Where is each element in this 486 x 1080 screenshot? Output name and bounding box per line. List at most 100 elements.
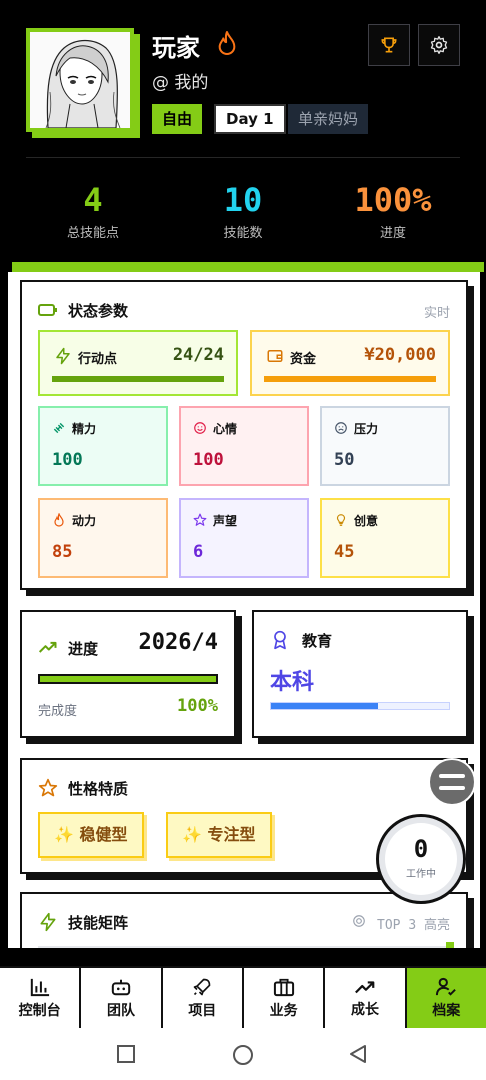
trait-chip[interactable]: ✨ 专注型 bbox=[166, 812, 272, 858]
education-value: 本科 bbox=[270, 670, 315, 695]
action-points-label: 行动点 bbox=[78, 352, 118, 367]
lightbulb-icon bbox=[336, 514, 346, 526]
tag-free: 自由 bbox=[152, 104, 203, 134]
realtime-label: 实时 bbox=[423, 306, 450, 321]
action-points-fill bbox=[52, 376, 224, 382]
bottom-nav: 控制台 团队 项目 业务 成长 档案 bbox=[0, 966, 486, 1028]
star-icon bbox=[38, 778, 58, 797]
flame-icon bbox=[54, 513, 64, 527]
progress-date: 2026/4 bbox=[138, 630, 218, 655]
param-stress: 压力 50 bbox=[320, 406, 450, 486]
nav-team[interactable]: 团队 bbox=[81, 968, 163, 1028]
frown-icon bbox=[335, 422, 347, 434]
player-handle: @ 我的 bbox=[152, 73, 209, 93]
param-label: 精力 bbox=[72, 422, 97, 436]
nav-label: 业务 bbox=[269, 1002, 298, 1019]
progress-title: 进度 bbox=[68, 640, 99, 658]
bar-chart-icon bbox=[30, 978, 49, 996]
param-value: 6 bbox=[193, 542, 204, 562]
param-label: 声望 bbox=[213, 514, 238, 528]
flame-icon bbox=[216, 30, 238, 60]
award-icon bbox=[274, 630, 286, 650]
battery-icon bbox=[38, 304, 57, 316]
trend-up-icon bbox=[355, 980, 375, 993]
completion-label: 完成度 bbox=[38, 704, 78, 719]
stat-value: 100% bbox=[354, 181, 432, 219]
system-nav-bar bbox=[0, 1028, 486, 1080]
stat-value: 10 bbox=[223, 181, 263, 219]
nav-dashboard[interactable]: 控制台 bbox=[0, 968, 82, 1028]
nav-label: 档案 bbox=[432, 1002, 461, 1019]
nav-label: 成长 bbox=[350, 1001, 379, 1018]
education-fill bbox=[271, 703, 378, 709]
avatar-illustration bbox=[30, 32, 130, 128]
stat-total-points: 4 总技能点 bbox=[23, 180, 163, 241]
stat-skill-count: 10 技能数 bbox=[173, 180, 313, 241]
param-label: 压力 bbox=[354, 422, 379, 436]
nav-growth[interactable]: 成长 bbox=[325, 968, 407, 1028]
nav-projects[interactable]: 项目 bbox=[163, 968, 244, 1028]
tag-day: Day 1 bbox=[214, 104, 286, 134]
top3-badge: TOP 3 高亮 bbox=[377, 918, 450, 933]
param-value: 100 bbox=[52, 450, 83, 470]
back-icon[interactable] bbox=[348, 1044, 368, 1064]
param-mood: 心情 100 bbox=[179, 406, 309, 486]
robot-icon bbox=[111, 979, 131, 995]
nav-business[interactable]: 业务 bbox=[244, 968, 326, 1028]
stat-label: 进度 bbox=[379, 226, 406, 241]
skill-marker bbox=[446, 942, 454, 948]
settings-button[interactable] bbox=[418, 24, 460, 66]
funds-panel: 资金 ¥20,000 bbox=[250, 330, 450, 396]
action-points-panel: 行动点 24/24 bbox=[38, 330, 238, 396]
param-label: 心情 bbox=[213, 422, 238, 436]
progress-fill bbox=[40, 676, 216, 682]
star-icon bbox=[193, 513, 207, 526]
header-divider bbox=[26, 157, 460, 158]
traits-title: 性格特质 bbox=[68, 780, 129, 798]
dumbbell-icon bbox=[53, 422, 65, 434]
funds-bar bbox=[264, 376, 436, 382]
param-value: 85 bbox=[52, 542, 73, 562]
target-icon bbox=[353, 915, 365, 927]
funds-value: ¥20,000 bbox=[364, 345, 436, 365]
trend-up-icon bbox=[38, 641, 57, 653]
floating-menu-button[interactable] bbox=[428, 758, 476, 806]
skills-title: 技能矩阵 bbox=[68, 914, 129, 932]
working-count-badge[interactable]: 0 工作中 bbox=[376, 814, 466, 904]
param-reputation: 声望 6 bbox=[179, 498, 309, 578]
param-label: 创意 bbox=[354, 514, 379, 528]
param-value: 45 bbox=[334, 542, 355, 562]
player-name: 玩家 bbox=[152, 34, 200, 62]
menu-icon bbox=[439, 774, 465, 790]
param-energy: 精力 100 bbox=[38, 406, 168, 486]
working-label: 工作中 bbox=[406, 869, 436, 880]
tag-role: 单亲妈妈 bbox=[288, 104, 369, 134]
action-points-value: 24/24 bbox=[172, 345, 224, 365]
rocket-icon bbox=[193, 978, 211, 995]
nav-label: 控制台 bbox=[18, 1002, 61, 1019]
action-points-bar bbox=[52, 376, 224, 382]
working-count: 0 bbox=[413, 835, 429, 863]
education-title: 教育 bbox=[302, 632, 333, 650]
education-card: 教育 本科 bbox=[252, 610, 468, 738]
education-bar bbox=[270, 702, 450, 710]
status-title: 状态参数 bbox=[68, 302, 129, 320]
recents-icon[interactable] bbox=[116, 1044, 136, 1064]
home-icon[interactable] bbox=[232, 1044, 254, 1066]
achievements-button[interactable] bbox=[368, 24, 410, 66]
avatar[interactable] bbox=[26, 28, 134, 132]
smile-icon bbox=[194, 422, 206, 434]
funds-fill bbox=[264, 376, 436, 382]
param-value: 50 bbox=[334, 450, 355, 470]
trait-chip[interactable]: ✨ 稳健型 bbox=[38, 812, 144, 858]
app-root: 玩家 @ 我的 自由 Day 1 单亲妈妈 4 总技能点 10 技能数 100%… bbox=[0, 0, 486, 1080]
stat-value: 4 bbox=[83, 181, 103, 219]
user-check-icon bbox=[436, 977, 457, 996]
wallet-icon bbox=[267, 350, 283, 362]
profile-header: 玩家 @ 我的 自由 Day 1 单亲妈妈 4 总技能点 10 技能数 100%… bbox=[0, 0, 486, 262]
briefcase-icon bbox=[273, 978, 294, 996]
stat-label: 总技能点 bbox=[66, 226, 119, 241]
gear-icon bbox=[430, 36, 448, 54]
nav-profile[interactable]: 档案 bbox=[406, 968, 486, 1028]
nav-label: 团队 bbox=[106, 1002, 135, 1019]
